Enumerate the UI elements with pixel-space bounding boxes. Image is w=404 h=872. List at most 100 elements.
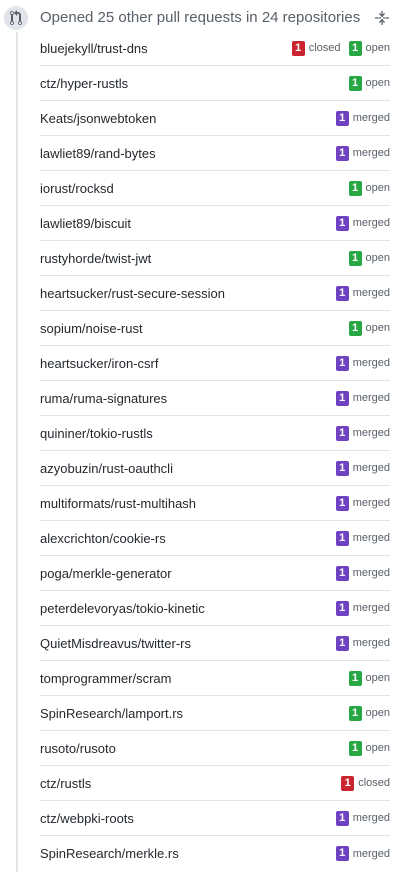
pr-count-badge: 1 (335, 355, 349, 371)
pr-count-badge: 1 (335, 846, 349, 861)
pr-state-open[interactable]: 1 open (348, 705, 390, 721)
repository-row: heartsucker/rust-secure-session 1 merged (40, 276, 390, 311)
pr-state-group: 1 open (348, 670, 390, 686)
pr-state-group: 1 merged (335, 635, 390, 651)
pr-state-label: merged (352, 147, 390, 159)
pr-state-label: merged (352, 847, 390, 860)
repository-link[interactable]: rustyhorde/twist-jwt (40, 251, 151, 266)
pr-state-merged[interactable]: 1 merged (335, 355, 390, 371)
pr-state-label: open (365, 252, 390, 264)
pr-state-group: 1 merged (335, 530, 390, 546)
repository-list: bluejekyll/trust-dns 1 closed 1 open ctz/hype… (40, 31, 390, 871)
repository-link[interactable]: SpinResearch/lamport.rs (40, 706, 183, 721)
pr-state-merged[interactable]: 1 merged (335, 565, 390, 581)
repository-row: rusoto/rusoto 1 open (40, 731, 390, 766)
pr-state-closed[interactable]: 1 closed (341, 775, 390, 791)
pr-count-badge: 1 (335, 565, 349, 581)
repository-row: lawliet89/rand-bytes 1 merged (40, 136, 390, 171)
repository-row: lawliet89/biscuit 1 merged (40, 206, 390, 241)
pr-state-group: 1 merged (335, 145, 390, 161)
repository-link[interactable]: lawliet89/biscuit (40, 216, 131, 231)
pr-count-badge: 1 (348, 75, 362, 91)
pr-state-open[interactable]: 1 open (348, 40, 390, 56)
pr-state-merged[interactable]: 1 merged (335, 635, 390, 651)
pr-state-open[interactable]: 1 open (348, 320, 390, 336)
repository-link[interactable]: heartsucker/iron-csrf (40, 356, 158, 371)
pr-count-badge: 1 (335, 110, 349, 126)
pr-state-merged[interactable]: 1 merged (335, 846, 390, 861)
pr-state-closed[interactable]: 1 closed (291, 40, 341, 56)
pr-state-merged[interactable]: 1 merged (335, 495, 390, 511)
pr-state-merged[interactable]: 1 merged (335, 285, 390, 301)
repository-link[interactable]: ctz/webpki-roots (40, 811, 134, 826)
pr-state-group: 1 merged (335, 460, 390, 476)
repository-link[interactable]: rusoto/rusoto (40, 741, 116, 756)
pr-count-badge: 1 (335, 390, 349, 406)
repository-link[interactable]: ctz/rustls (40, 776, 91, 791)
pr-state-merged[interactable]: 1 merged (335, 425, 390, 441)
pr-count-badge: 1 (348, 40, 362, 56)
pr-state-label: closed (358, 777, 390, 789)
repository-row: ctz/webpki-roots 1 merged (40, 801, 390, 836)
pr-state-label: merged (352, 462, 390, 474)
repository-link[interactable]: alexcrichton/cookie-rs (40, 531, 166, 546)
header-title: Opened 25 other pull requests in 24 repo… (40, 9, 361, 26)
repository-link[interactable]: ctz/hyper-rustls (40, 76, 128, 91)
repository-row: azyobuzin/rust-oauthcli 1 merged (40, 451, 390, 486)
pr-state-group: 1 merged (335, 355, 390, 371)
pr-state-merged[interactable]: 1 merged (335, 600, 390, 616)
pr-state-open[interactable]: 1 open (348, 75, 390, 91)
repository-link[interactable]: Keats/jsonwebtoken (40, 111, 156, 126)
pr-state-group: 1 merged (335, 215, 390, 231)
pr-state-label: merged (352, 602, 390, 614)
pr-state-merged[interactable]: 1 merged (335, 145, 390, 161)
pr-count-badge: 1 (335, 460, 349, 476)
pr-state-label: open (365, 322, 390, 334)
pr-state-group: 1 open (348, 75, 390, 91)
pr-state-open[interactable]: 1 open (348, 740, 390, 756)
repository-link[interactable]: tomprogrammer/scram (40, 671, 171, 686)
pr-state-group: 1 merged (335, 565, 390, 581)
pr-state-label: merged (352, 287, 390, 299)
repository-link[interactable]: quininer/tokio-rustls (40, 426, 153, 441)
pr-state-group: 1 open (348, 740, 390, 756)
pr-state-merged[interactable]: 1 merged (335, 460, 390, 476)
pr-state-open[interactable]: 1 open (348, 180, 390, 196)
repository-link[interactable]: heartsucker/rust-secure-session (40, 286, 225, 301)
pr-state-label: open (365, 77, 390, 89)
repository-link[interactable]: ruma/ruma-signatures (40, 391, 167, 406)
repository-row: rustyhorde/twist-jwt 1 open (40, 241, 390, 276)
pr-state-group: 1 open (348, 320, 390, 336)
pr-state-group: 1 open (348, 705, 390, 721)
pr-count-badge: 1 (348, 705, 362, 721)
pr-count-badge: 1 (335, 425, 349, 441)
pr-state-merged[interactable]: 1 merged (335, 390, 390, 406)
pr-state-group: 1 merged (335, 390, 390, 406)
repository-link[interactable]: iorust/rocksd (40, 181, 114, 196)
pr-state-merged[interactable]: 1 merged (335, 530, 390, 546)
pr-count-badge: 1 (335, 495, 349, 511)
pr-count-badge: 1 (335, 600, 349, 616)
repository-row: ctz/rustls 1 closed (40, 766, 390, 801)
pr-state-merged[interactable]: 1 merged (335, 810, 390, 826)
repository-row: alexcrichton/cookie-rs 1 merged (40, 521, 390, 556)
fold-icon[interactable] (374, 10, 390, 26)
repository-link[interactable]: lawliet89/rand-bytes (40, 146, 156, 161)
repository-link[interactable]: sopium/noise-rust (40, 321, 143, 336)
pr-state-label: open (365, 42, 390, 54)
repository-link[interactable]: azyobuzin/rust-oauthcli (40, 461, 173, 476)
repository-link[interactable]: poga/merkle-generator (40, 566, 172, 581)
repository-link[interactable]: peterdelevoryas/tokio-kinetic (40, 601, 205, 616)
pr-state-open[interactable]: 1 open (348, 670, 390, 686)
pr-count-badge: 1 (348, 180, 362, 196)
pr-state-merged[interactable]: 1 merged (335, 215, 390, 231)
repository-link[interactable]: multiformats/rust-multihash (40, 496, 196, 511)
timeline-line (16, 30, 18, 872)
repository-row: Keats/jsonwebtoken 1 merged (40, 101, 390, 136)
repository-row: heartsucker/iron-csrf 1 merged (40, 346, 390, 381)
pr-state-open[interactable]: 1 open (348, 250, 390, 266)
repository-link[interactable]: QuietMisdreavus/twitter-rs (40, 636, 191, 651)
repository-link[interactable]: SpinResearch/merkle.rs (40, 846, 179, 861)
pr-state-merged[interactable]: 1 merged (335, 110, 390, 126)
repository-link[interactable]: bluejekyll/trust-dns (40, 41, 148, 56)
